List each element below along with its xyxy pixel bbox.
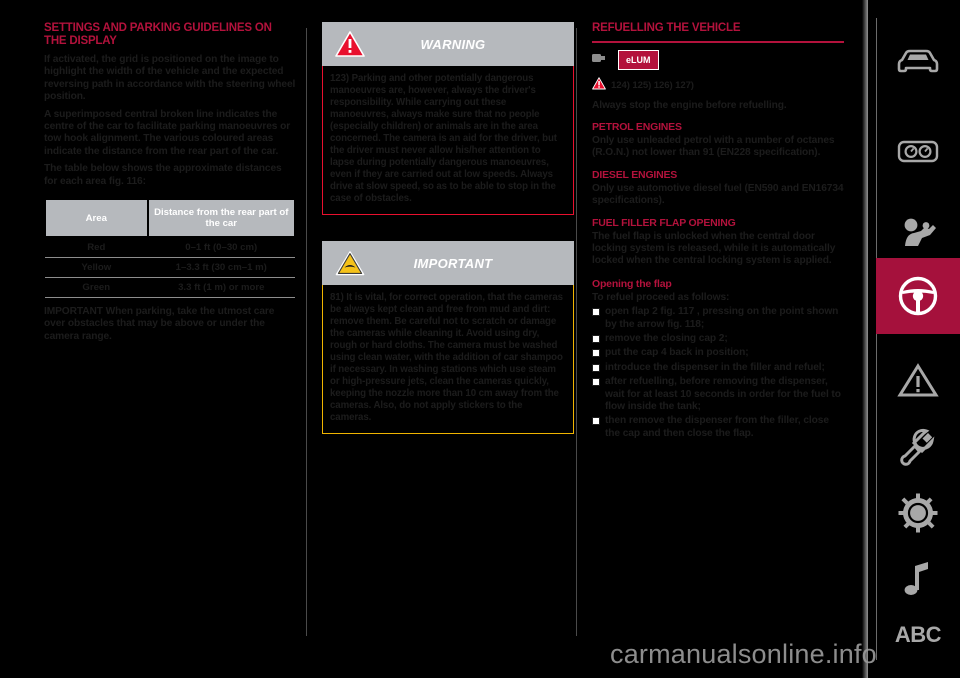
sidebar-item-technical[interactable] bbox=[876, 480, 960, 546]
list-item-label: open flap 2 fig. 117 , pressing on the p… bbox=[605, 306, 839, 330]
list-item: remove the closing cap 2; bbox=[592, 333, 844, 345]
important-triangle-yellow-icon bbox=[330, 250, 370, 277]
elum-reference-row: eLUM bbox=[592, 50, 844, 71]
table-header-area: Area bbox=[44, 198, 149, 239]
pointing-hand-icon bbox=[592, 50, 614, 71]
petrol-engines-text: Only use unleaded petrol with a number o… bbox=[592, 134, 835, 159]
warning-text: 123) Parking and other potentially dange… bbox=[330, 73, 557, 204]
list-item-label: after refuelling, before removing the di… bbox=[605, 376, 841, 412]
square-bullet-icon bbox=[592, 363, 600, 372]
table-header-distance: Distance from the rear part of the car bbox=[146, 198, 296, 239]
sidebar-item-maintenance[interactable] bbox=[876, 414, 960, 480]
column-divider-1 bbox=[306, 28, 307, 636]
petrol-engines-heading: PETROL ENGINES bbox=[592, 120, 682, 133]
table-header-row: Area Distance from the rear part of the … bbox=[44, 198, 296, 239]
opening-flap-intro: To refuel proceed as follows: bbox=[592, 291, 730, 303]
fuel-flap-text: The fuel flap is unlocked when the centr… bbox=[592, 230, 836, 267]
table-cell-distance: 0–1 ft (0–30 cm) bbox=[147, 236, 295, 259]
sidebar-item-index[interactable]: ABC bbox=[876, 602, 960, 668]
title-underline bbox=[592, 41, 844, 43]
section-icon-rail: ABC bbox=[868, 0, 960, 678]
important-callout-header: IMPORTANT bbox=[322, 241, 574, 285]
list-item: after refuelling, before removing the di… bbox=[592, 376, 844, 413]
refuelling-steps-list: open flap 2 fig. 117 , pressing on the p… bbox=[592, 306, 844, 440]
table-row: Green 3.3 ft (1 m) or more bbox=[45, 277, 295, 299]
warning-callout-header: WARNING bbox=[322, 22, 574, 66]
important-footnote: IMPORTANT When parking, take the utmost … bbox=[44, 306, 275, 342]
intro-paragraph-3: The table below shows the approximate di… bbox=[44, 163, 282, 187]
refuelling-intro: Always stop the engine before refuelling… bbox=[592, 99, 787, 111]
square-bullet-icon bbox=[592, 349, 600, 358]
diesel-engines-heading: DIESEL ENGINES bbox=[592, 168, 678, 181]
diesel-engines-text: Only use automotive diesel fuel (EN590 a… bbox=[592, 182, 844, 207]
distance-table: Area Distance from the rear part of the … bbox=[44, 198, 296, 299]
list-item: then remove the dispenser from the fille… bbox=[592, 415, 844, 440]
wrench-icon bbox=[898, 427, 938, 467]
table-cell-distance: 1–3.3 ft (30 cm–1 m) bbox=[147, 257, 295, 279]
list-item-label: then remove the dispenser from the fille… bbox=[605, 415, 829, 439]
sidebar-item-emergency[interactable] bbox=[876, 348, 960, 414]
abc-index-icon: ABC bbox=[894, 622, 942, 647]
sidebar-item-dashboard[interactable] bbox=[876, 118, 960, 184]
sidebar-item-safety[interactable] bbox=[876, 200, 960, 266]
gear-info-icon bbox=[898, 493, 938, 533]
opening-flap-heading: Opening the flap bbox=[592, 277, 672, 290]
sidebar-item-driving[interactable] bbox=[876, 258, 960, 334]
warning-callout-title: WARNING bbox=[420, 36, 486, 52]
table-cell-area: Yellow bbox=[45, 257, 148, 279]
important-callout-body: 81) It is vital, for correct operation, … bbox=[322, 285, 574, 434]
square-bullet-icon bbox=[592, 417, 600, 426]
warning-callout: WARNING 123) Parking and other potential… bbox=[322, 22, 574, 215]
mini-warning-row: 124) 125) 126) 127) bbox=[592, 76, 844, 95]
column-one: SETTINGS AND PARKING GUIDELINES ON THE D… bbox=[44, 22, 296, 656]
warning-callout-body: 123) Parking and other potentially dange… bbox=[322, 66, 574, 215]
page-title: SETTINGS AND PARKING GUIDELINES ON THE D… bbox=[44, 22, 272, 47]
steering-wheel-icon bbox=[896, 274, 940, 318]
table-row: Yellow 1–3.3 ft (30 cm–1 m) bbox=[45, 257, 295, 279]
watermark: carmanualsonline.info bbox=[610, 639, 877, 669]
important-callout: IMPORTANT 81) It is vital, for correct o… bbox=[322, 241, 574, 434]
list-item: put the cap 4 back in position; bbox=[592, 347, 844, 359]
dashboard-icon bbox=[895, 136, 941, 166]
elum-badge: eLUM bbox=[618, 50, 659, 70]
column-two: WARNING 123) Parking and other potential… bbox=[322, 22, 574, 656]
music-note-icon bbox=[901, 560, 935, 598]
list-item-label: put the cap 4 back in position; bbox=[605, 347, 749, 359]
list-item: open flap 2 fig. 117 , pressing on the p… bbox=[592, 306, 844, 331]
square-bullet-icon bbox=[592, 334, 600, 343]
warning-triangle-red-small-icon bbox=[592, 76, 606, 95]
warning-triangle-red-icon bbox=[330, 30, 370, 58]
important-text: 81) It is vital, for correct operation, … bbox=[330, 292, 563, 423]
square-bullet-icon bbox=[592, 378, 600, 387]
refuelling-title: REFUELLING THE VEHICLE bbox=[592, 22, 741, 34]
table-cell-area: Green bbox=[45, 277, 148, 299]
fuel-flap-heading: FUEL FILLER FLAP OPENING bbox=[592, 216, 736, 229]
column-divider-2 bbox=[576, 28, 577, 636]
list-item-label: remove the closing cap 2; bbox=[605, 332, 728, 344]
sidebar-item-vehicle[interactable] bbox=[876, 30, 960, 96]
airbag-safety-icon bbox=[896, 216, 940, 250]
important-callout-title: IMPORTANT bbox=[413, 255, 493, 271]
mini-warning-label: 124) 125) 126) 127) bbox=[611, 80, 694, 91]
list-item: introduce the dispenser in the filler an… bbox=[592, 362, 844, 374]
manual-page: SETTINGS AND PARKING GUIDELINES ON THE D… bbox=[0, 0, 960, 678]
table-row: Red 0–1 ft (0–30 cm) bbox=[45, 236, 295, 259]
page-body: SETTINGS AND PARKING GUIDELINES ON THE D… bbox=[44, 22, 862, 656]
car-front-icon bbox=[895, 48, 941, 78]
intro-paragraph-2: A superimposed central broken line indic… bbox=[44, 108, 291, 157]
column-three: REFUELLING THE VEHICLE eLUM 124) 125) 12… bbox=[592, 22, 844, 656]
warning-triangle-icon bbox=[897, 363, 939, 399]
list-item-label: introduce the dispenser in the filler an… bbox=[605, 361, 825, 373]
square-bullet-icon bbox=[592, 308, 600, 317]
table-cell-area: Red bbox=[45, 236, 148, 259]
intro-paragraph-1: If activated, the grid is positioned on … bbox=[44, 54, 296, 103]
table-cell-distance: 3.3 ft (1 m) or more bbox=[147, 277, 295, 299]
